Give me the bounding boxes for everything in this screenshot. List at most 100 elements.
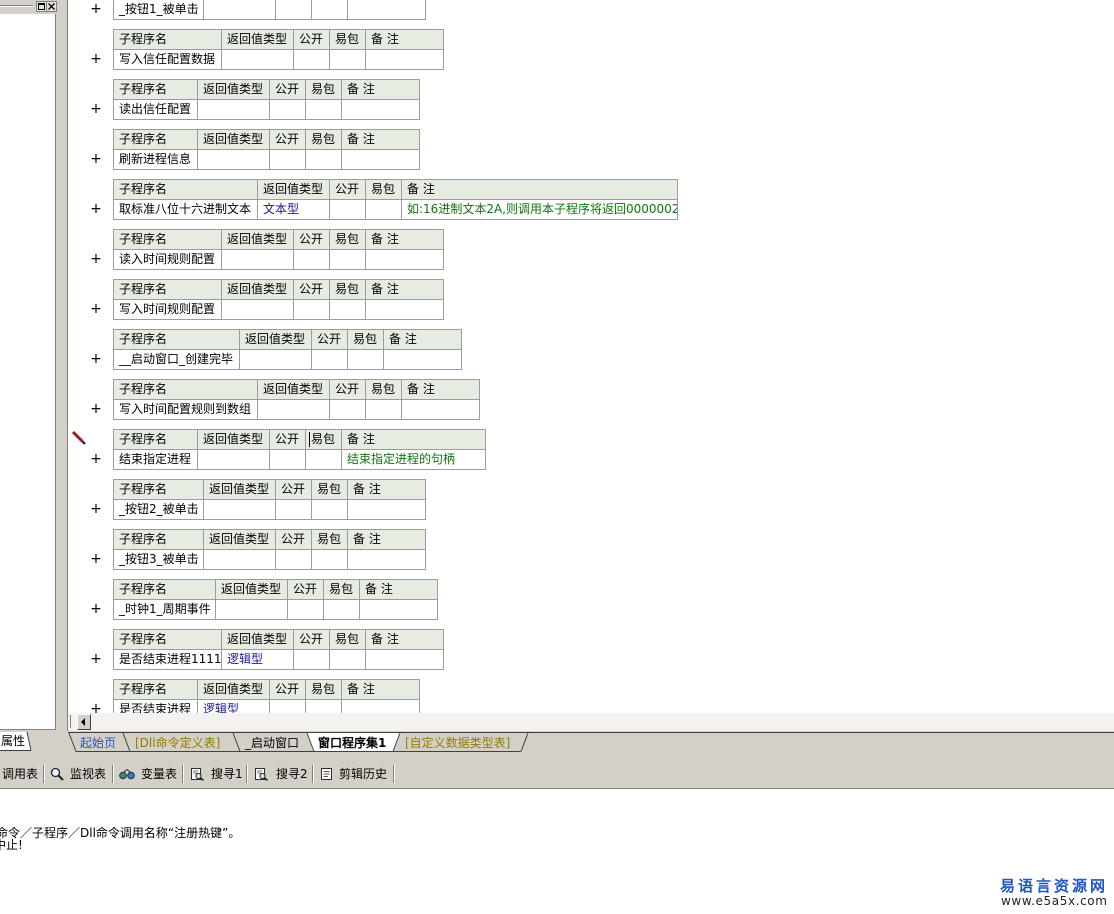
cell-return-type[interactable]	[221, 249, 294, 270]
subroutine-name-cell[interactable]: _按钮3_被单击	[113, 549, 204, 570]
cell-remark[interactable]	[341, 699, 420, 713]
tab-startup-window[interactable]: _启动窗口	[245, 736, 299, 750]
cell-return-type[interactable]	[203, 0, 276, 20]
cell-public[interactable]	[293, 649, 330, 670]
subroutine-name-cell[interactable]: __启动窗口_创建完毕	[113, 349, 240, 370]
cell-return-type[interactable]: 文本型	[257, 199, 330, 220]
cell-remark[interactable]	[341, 99, 420, 120]
cell-remark[interactable]	[365, 649, 444, 670]
cell-public[interactable]	[269, 449, 306, 470]
cell-easy-pack[interactable]	[311, 549, 348, 570]
splitter-handle[interactable]	[70, 715, 76, 728]
cell-public[interactable]	[275, 549, 312, 570]
search1-button[interactable]: 搜寻1	[211, 767, 243, 781]
expand-plus-icon[interactable]: +	[88, 0, 104, 19]
subroutine-name-cell[interactable]: 读入时间规则配置	[113, 249, 222, 270]
cell-public[interactable]	[269, 99, 306, 120]
search-icon[interactable]	[50, 767, 64, 781]
left-panel-titlebar[interactable]	[0, 0, 57, 14]
expand-plus-icon[interactable]: +	[88, 549, 104, 569]
panel-grip[interactable]	[0, 5, 33, 7]
binoculars-icon[interactable]	[119, 767, 135, 781]
call-table-button[interactable]: 调用表	[2, 767, 38, 781]
cell-return-type[interactable]: 逻辑型	[221, 649, 294, 670]
subroutine-name-cell[interactable]: 写入信任配置数据	[113, 49, 222, 70]
cell-remark[interactable]	[365, 299, 444, 320]
cell-public[interactable]	[293, 49, 330, 70]
expand-plus-icon[interactable]: +	[88, 249, 104, 269]
subroutine-name-cell[interactable]: _按钮2_被单击	[113, 499, 204, 520]
expand-plus-icon[interactable]: +	[88, 649, 104, 669]
cell-remark[interactable]	[365, 49, 444, 70]
tab-custom-data-types[interactable]: [自定义数据类型表]	[405, 736, 510, 750]
find-in-document-icon[interactable]	[254, 767, 268, 781]
cell-return-type[interactable]	[197, 149, 270, 170]
cell-easy-pack[interactable]	[329, 299, 366, 320]
cell-return-type[interactable]	[203, 549, 276, 570]
cell-remark[interactable]	[401, 399, 480, 420]
expand-plus-icon[interactable]: +	[88, 449, 104, 469]
cell-easy-pack[interactable]	[329, 49, 366, 70]
cell-public[interactable]	[269, 699, 306, 713]
cell-public[interactable]	[287, 599, 324, 620]
close-icon[interactable]	[46, 1, 57, 12]
cell-easy-pack[interactable]	[305, 449, 342, 470]
code-editor[interactable]: +子程序名_按钮1_被单击返回值类型公开易包备 注+子程序名写入信任配置数据返回…	[67, 0, 1114, 713]
cell-easy-pack[interactable]	[305, 149, 342, 170]
tab-dll-commands[interactable]: [Dll命令定义表]	[135, 736, 220, 750]
expand-plus-icon[interactable]: +	[88, 349, 104, 369]
variable-table-button[interactable]: 变量表	[141, 767, 177, 781]
cell-remark[interactable]	[347, 0, 426, 20]
search2-button[interactable]: 搜寻2	[276, 767, 308, 781]
cell-remark[interactable]	[347, 549, 426, 570]
cell-easy-pack[interactable]	[323, 599, 360, 620]
cell-remark[interactable]	[365, 249, 444, 270]
subroutine-name-cell[interactable]: 读出信任配置	[113, 99, 198, 120]
cell-return-type[interactable]	[215, 599, 288, 620]
subroutine-name-cell[interactable]: 取标准八位十六进制文本	[113, 199, 258, 220]
subroutine-name-cell[interactable]: _时钟1_周期事件	[113, 599, 216, 620]
subroutine-name-cell[interactable]: 是否结束进程1111	[113, 649, 222, 670]
subroutine-name-cell[interactable]: 刷新进程信息	[113, 149, 198, 170]
subroutine-name-cell[interactable]: 写入时间配置规则到数组	[113, 399, 258, 420]
expand-plus-icon[interactable]: +	[88, 499, 104, 519]
cell-easy-pack[interactable]	[305, 99, 342, 120]
cell-easy-pack[interactable]	[311, 0, 348, 20]
expand-plus-icon[interactable]: +	[88, 299, 104, 319]
cell-easy-pack[interactable]	[305, 699, 342, 713]
output-pane[interactable]: 命令／子程序／Dll命令调用名称“注册热键”。 中止!	[0, 788, 1114, 914]
cell-remark[interactable]	[359, 599, 438, 620]
tab-start-page[interactable]: 起始页	[80, 736, 116, 750]
cell-easy-pack[interactable]	[347, 349, 384, 370]
subroutine-name-cell[interactable]: 写入时间规则配置	[113, 299, 222, 320]
cell-remark[interactable]	[347, 499, 426, 520]
cell-return-type[interactable]	[239, 349, 312, 370]
tab-properties[interactable]: 属性	[1, 734, 25, 748]
expand-plus-icon[interactable]: +	[88, 599, 104, 619]
cell-public[interactable]	[293, 299, 330, 320]
cell-public[interactable]	[311, 349, 348, 370]
cell-remark[interactable]	[341, 149, 420, 170]
expand-plus-icon[interactable]: +	[88, 199, 104, 219]
expand-plus-icon[interactable]: +	[88, 99, 104, 119]
cell-public[interactable]	[275, 499, 312, 520]
left-panel-body[interactable]	[0, 14, 56, 730]
cell-return-type[interactable]	[197, 449, 270, 470]
horizontal-scrollbar[interactable]	[67, 713, 1114, 731]
expand-plus-icon[interactable]: +	[88, 49, 104, 69]
cell-remark[interactable]	[383, 349, 462, 370]
cell-public[interactable]	[275, 0, 312, 20]
subroutine-name-cell[interactable]: 是否结束进程	[113, 699, 198, 713]
cell-public[interactable]	[329, 399, 366, 420]
scroll-left-button[interactable]	[77, 714, 91, 730]
cell-public[interactable]	[329, 199, 366, 220]
cell-remark[interactable]: 如:16进制文本2A,则调用本子程序将返回0000002A	[401, 199, 678, 220]
find-in-document-icon[interactable]	[190, 767, 204, 781]
expand-plus-icon[interactable]: +	[88, 699, 104, 713]
cell-return-type[interactable]	[221, 299, 294, 320]
cell-public[interactable]	[269, 149, 306, 170]
expand-plus-icon[interactable]: +	[88, 399, 104, 419]
expand-plus-icon[interactable]: +	[88, 149, 104, 169]
cell-return-type[interactable]: 逻辑型	[197, 699, 270, 713]
clipboard-history-icon[interactable]	[320, 767, 333, 781]
